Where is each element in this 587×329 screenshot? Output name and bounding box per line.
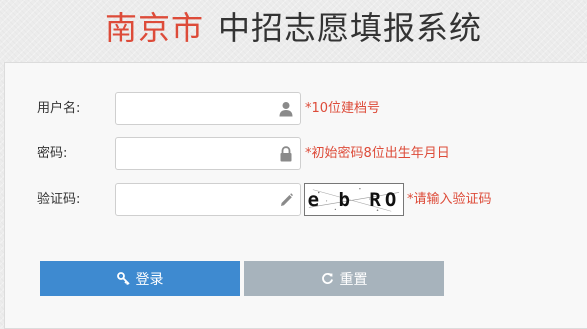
username-field[interactable] [115,92,301,125]
refresh-icon [321,273,333,284]
user-icon [279,102,293,117]
captcha-input[interactable] [116,184,282,215]
username-hint: *10位建档号 [305,101,381,116]
captcha-hint: *请输入验证码 [407,192,492,207]
reset-button[interactable]: 重置 [244,261,444,296]
key-icon [116,272,130,285]
captcha-code: e b RO [307,189,401,211]
captcha-image[interactable]: e b RO [304,183,404,216]
lock-icon [280,146,292,162]
password-hint: *初始密码8位出生年月日 [305,146,450,161]
captcha-label: 验证码: [37,192,81,207]
page-title: 南京市 中招志愿填报系统 [0,6,587,50]
login-button-label: 登录 [135,271,164,288]
title-city: 南京市 [104,9,204,47]
password-field[interactable] [115,137,301,170]
username-label: 用户名: [37,101,81,116]
captcha-field[interactable] [115,183,301,216]
password-input[interactable] [116,138,282,169]
login-button[interactable]: 登录 [40,261,240,296]
password-label: 密码: [37,146,68,161]
title-system-name: 中招志愿填报系统 [218,9,483,47]
reset-button-label: 重置 [339,271,368,288]
username-input[interactable] [116,93,282,124]
pencil-icon [281,193,293,206]
